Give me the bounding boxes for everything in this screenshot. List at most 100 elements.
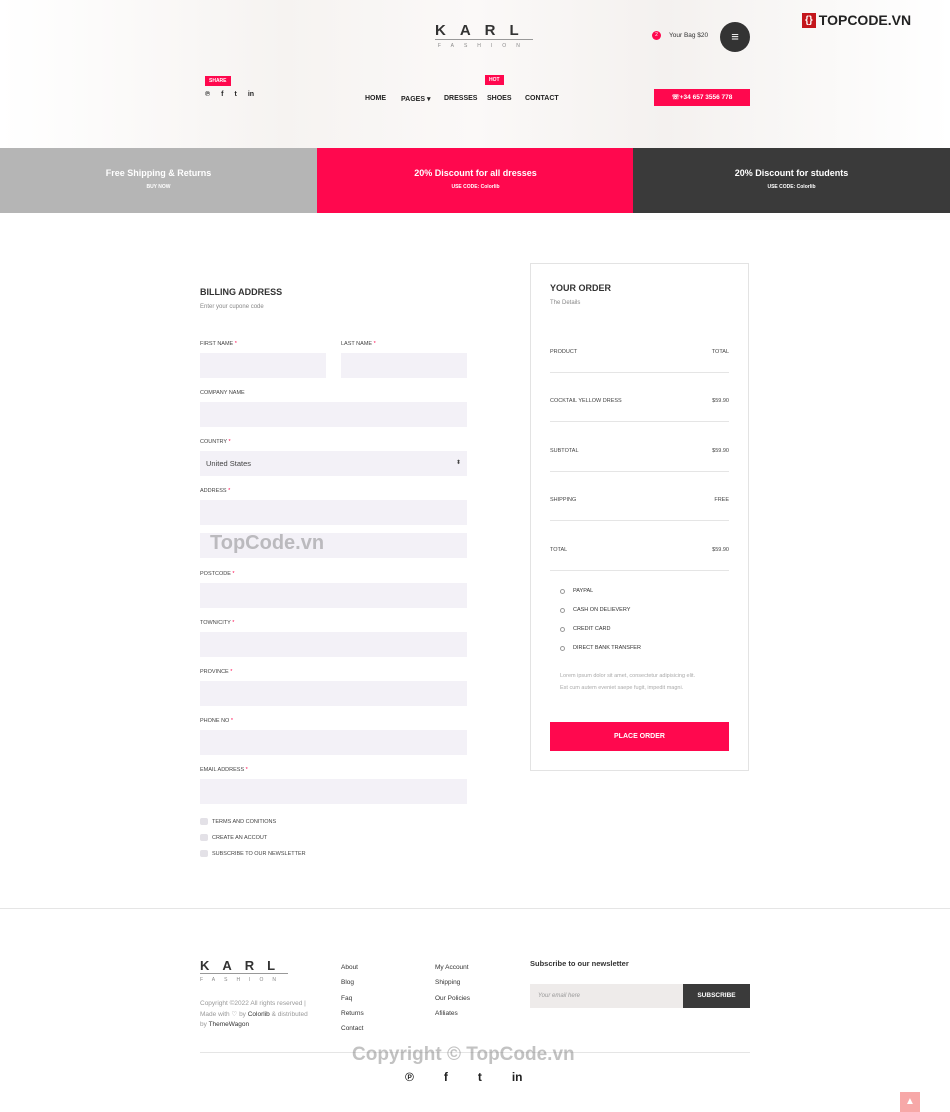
pinterest-icon[interactable]: ℗ — [205, 91, 210, 98]
footer-links-col1: About Blog Faq Returns Contact — [341, 960, 364, 1036]
order-item-row: COCKTAIL YELLOW DRESS $59.90 — [550, 398, 729, 404]
menu-hamburger-button[interactable]: ≡ — [720, 22, 750, 52]
newsletter-checkbox[interactable]: SUBSCRIBE TO OUR NEWSLETTER — [200, 850, 306, 857]
order-header-row: PRODUCT TOTAL — [550, 349, 729, 355]
nav-dresses[interactable]: DRESSES — [444, 95, 477, 102]
divider — [550, 421, 729, 422]
address-label: ADDRESS * — [200, 488, 231, 494]
footer-link-blog[interactable]: Blog — [341, 975, 364, 990]
country-label: COUNTRY * — [200, 439, 231, 445]
footer-links-col2: My Account Shipping Our Policies Afiliat… — [435, 960, 470, 1021]
create-account-checkbox[interactable]: CREATE AN ACCOUT — [200, 834, 267, 841]
share-tag: SHARE — [205, 76, 231, 86]
twitter-icon[interactable]: t — [235, 91, 237, 98]
shipping-row: SHIPPING FREE — [550, 497, 729, 503]
footer-copyright: Copyright ©2022 All rights reserved | Ma… — [200, 1000, 308, 1028]
checkbox-box[interactable] — [200, 850, 208, 857]
footer-link-policies[interactable]: Our Policies — [435, 991, 470, 1006]
headset-icon: ☏ — [671, 94, 680, 101]
footer-link-shipping[interactable]: Shipping — [435, 975, 470, 990]
payment-credit-card-radio[interactable]: CREDIT CARD — [560, 626, 611, 632]
nav-shoes[interactable]: SHOES — [487, 95, 512, 102]
subscribe-button[interactable]: SUBSCRIBE — [683, 984, 750, 1008]
footer-link-faq[interactable]: Faq — [341, 991, 364, 1006]
billing-title: BILLING ADDRESS — [200, 287, 283, 297]
phone-label: PHONE NO * — [200, 718, 234, 724]
footer-link-about[interactable]: About — [341, 960, 364, 975]
last-name-label: LAST NAME * — [341, 341, 376, 347]
nav-home[interactable]: HOME — [365, 95, 386, 102]
select-arrows-icon: ⬍ — [455, 460, 461, 466]
phone-input[interactable] — [200, 730, 467, 755]
email-input[interactable] — [200, 779, 467, 804]
divider — [550, 520, 729, 521]
colorlib-link[interactable]: Colorlib — [248, 1011, 270, 1018]
payment-cod-radio[interactable]: CASH ON DELIEVERY — [560, 607, 630, 613]
nav-contact[interactable]: CONTACT — [525, 95, 559, 102]
linkedin-icon[interactable]: in — [512, 1070, 523, 1084]
arrow-up-icon: ▲ — [905, 1096, 915, 1107]
facebook-icon[interactable]: f — [221, 91, 223, 98]
scroll-top-button[interactable]: ▲ — [900, 1092, 920, 1112]
last-name-input[interactable] — [341, 353, 467, 378]
payment-paypal-radio[interactable]: PAYPAL — [560, 588, 593, 594]
social-share-links: ℗ f t in — [205, 91, 254, 98]
linkedin-icon[interactable]: in — [248, 91, 254, 98]
banner-free-shipping[interactable]: Free Shipping & Returns BUY NOW — [0, 148, 317, 213]
order-subtitle: The Details — [550, 300, 581, 306]
watermark-text: TopCode.vn — [210, 532, 325, 554]
newsletter-title: Subscribe to our newsletter — [530, 959, 629, 968]
postcode-label: POSTCODE * — [200, 571, 235, 577]
postcode-input[interactable] — [200, 583, 467, 608]
facebook-icon[interactable]: f — [444, 1070, 448, 1084]
town-label: TOWN/CITY * — [200, 620, 235, 626]
site-logo[interactable]: KARL FASHION — [435, 22, 533, 49]
province-label: PROVINCE * — [200, 669, 233, 675]
billing-subtitle: Enter your cupone code — [200, 304, 264, 310]
cart-link[interactable]: 2 Your Bag $20 — [652, 31, 708, 40]
company-input[interactable] — [200, 402, 467, 427]
footer-divider — [0, 908, 950, 909]
divider — [550, 471, 729, 472]
newsletter-email-input[interactable]: Your email here — [530, 984, 683, 1008]
country-select[interactable]: United States ⬍ — [200, 451, 467, 476]
twitter-icon[interactable]: t — [478, 1070, 482, 1084]
checkbox-box[interactable] — [200, 818, 208, 825]
footer-link-returns[interactable]: Returns — [341, 1006, 364, 1021]
footer-social-links: ℗ f t in — [405, 1070, 523, 1084]
phone-button[interactable]: ☏+34 657 3556 778 — [654, 89, 750, 106]
divider — [550, 372, 729, 373]
place-order-button[interactable]: PLACE ORDER — [550, 722, 729, 751]
first-name-input[interactable] — [200, 353, 326, 378]
payment-note: Lorem ipsum dolor sit amet, consectetur … — [560, 673, 696, 691]
banner-dress-discount[interactable]: 20% Discount for all dresses USE CODE: Co… — [317, 148, 634, 213]
footer-link-contact[interactable]: Contact — [341, 1021, 364, 1036]
checkbox-box[interactable] — [200, 834, 208, 841]
watermark-logo: {} TOPCODE.VN — [802, 12, 911, 28]
hot-tag: HOT — [485, 75, 504, 85]
topcode-logo-icon: {} — [802, 12, 816, 28]
company-label: COMPANY NAME — [200, 390, 245, 396]
town-input[interactable] — [200, 632, 467, 657]
subtotal-row: SUBTOTAL $59.90 — [550, 448, 729, 454]
total-row: TOTAL $59.90 — [550, 547, 729, 553]
menu-icon: ≡ — [731, 29, 739, 44]
order-title: YOUR ORDER — [550, 283, 612, 293]
order-summary-panel — [530, 263, 749, 771]
watermark-copyright: Copyright © TopCode.vn — [352, 1044, 575, 1065]
cart-count-badge: 2 — [652, 31, 661, 40]
terms-checkbox[interactable]: TERMS AND CONITIONS — [200, 818, 276, 825]
footer-logo[interactable]: KARL FASHION — [200, 958, 289, 983]
pinterest-icon[interactable]: ℗ — [405, 1070, 414, 1084]
first-name-label: FIRST NAME * — [200, 341, 237, 347]
caret-down-icon: ▾ — [425, 96, 431, 103]
nav-pages[interactable]: PAGES ▾ — [401, 95, 430, 103]
banner-student-discount[interactable]: 20% Discount for students USE CODE: Color… — [633, 148, 950, 213]
themewagon-link[interactable]: ThemeWagon — [209, 1021, 250, 1028]
address-line1-input[interactable] — [200, 500, 467, 525]
email-label: EMAIL ADDRESS * — [200, 767, 248, 773]
footer-link-affiliates[interactable]: Afiliates — [435, 1006, 470, 1021]
footer-link-my-account[interactable]: My Account — [435, 960, 470, 975]
payment-bank-transfer-radio[interactable]: DIRECT BANK TRANSFER — [560, 645, 641, 651]
province-input[interactable] — [200, 681, 467, 706]
